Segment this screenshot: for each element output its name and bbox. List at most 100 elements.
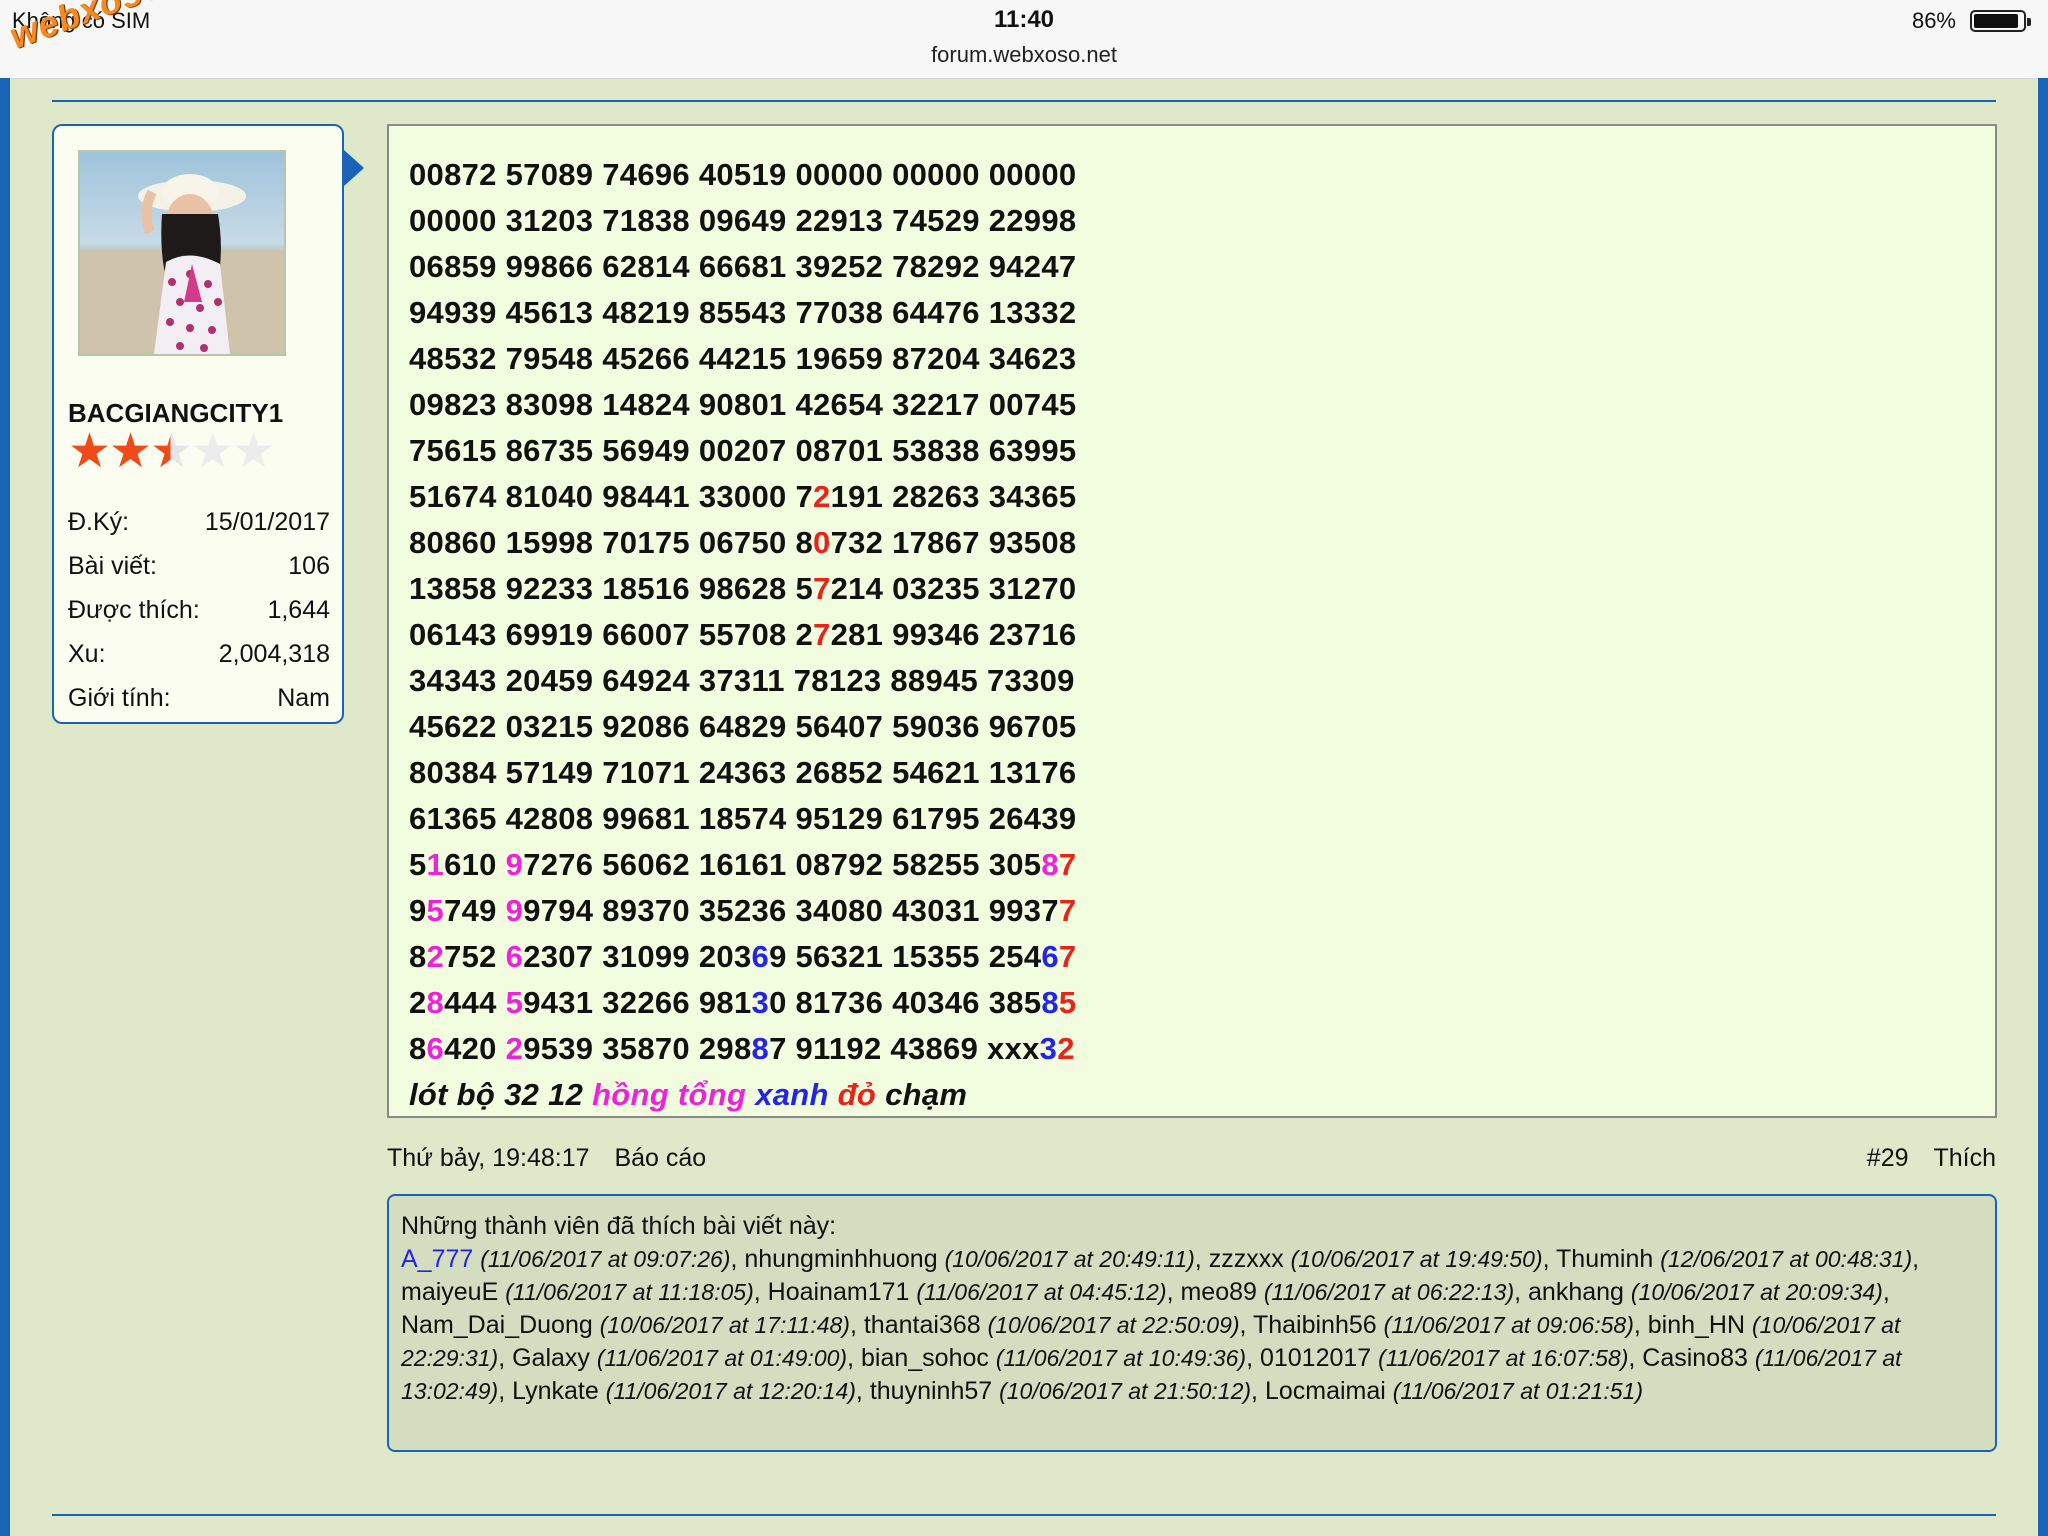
number-segment: 281 99346 23716: [830, 617, 1077, 652]
number-segment: 420: [444, 1031, 506, 1066]
number-segment: đỏ: [837, 1077, 877, 1112]
clock: 11:40: [993, 6, 1055, 33]
divider-bottom: [52, 1514, 1996, 1516]
number-segment: [829, 1077, 838, 1112]
star-full-icon: ★: [68, 425, 111, 478]
number-segment: 6: [1041, 939, 1059, 974]
number-line: 00000 31203 71838 09649 22913 74529 2299…: [409, 198, 1076, 244]
number-segment: 7: [1058, 939, 1077, 974]
number-segment: 610: [444, 847, 506, 882]
liker-name-link[interactable]: Thuminh: [1556, 1245, 1653, 1273]
star-full-icon: ★: [109, 425, 152, 478]
stat-label: Được thích:: [68, 596, 200, 624]
number-line: 06143 69919 66007 55708 27281 99346 2371…: [409, 612, 1076, 658]
liker-name-link[interactable]: Hoainam171: [768, 1278, 910, 1306]
avatar[interactable]: [78, 150, 286, 356]
liker-name-link[interactable]: Thaibinh56: [1253, 1311, 1377, 1339]
divider-top: [52, 100, 1996, 102]
like-timestamp: (11/06/2017 at 04:45:12): [916, 1279, 1167, 1305]
number-line: 80860 15998 70175 06750 80732 17867 9350…: [409, 520, 1076, 566]
page-right-border: [2038, 78, 2048, 1536]
liker-name-link[interactable]: Nam_Dai_Duong: [401, 1311, 593, 1339]
liker-name-link[interactable]: A_777: [401, 1245, 473, 1273]
like-timestamp: (11/06/2017 at 09:06:58): [1383, 1312, 1634, 1338]
number-segment: 00872 57089 74696 40519 00000 00000 0000…: [409, 157, 1077, 192]
number-segment: 5: [409, 847, 427, 882]
number-segment: 75615 86735 56949 00207 08701 53838 6399…: [409, 433, 1077, 468]
number-segment: 2: [1057, 1031, 1075, 1066]
battery-percent: 86%: [1911, 8, 1956, 33]
liker-name-link[interactable]: zzzxxx: [1209, 1245, 1284, 1273]
number-line: 13858 92233 18516 98628 57214 03235 3127…: [409, 566, 1076, 612]
liker-name-link[interactable]: binh_HN: [1648, 1311, 1745, 1339]
number-segment: 8: [409, 1031, 427, 1066]
number-line: 06859 99866 62814 66681 39252 78292 9424…: [409, 244, 1076, 290]
number-segment: 7 91192 43869 xxx: [769, 1031, 1040, 1066]
user-info-card: BACGIANGCITY1 ★★★★★ Đ.Ký: 15/01/2017 Bài…: [52, 124, 344, 724]
number-segment: 7: [813, 571, 831, 606]
liker-name-link[interactable]: Locmaimai: [1265, 1377, 1386, 1405]
number-segment: 94939 45613 48219 85543 77038 64476 1333…: [409, 295, 1077, 330]
liker-name-link[interactable]: Galaxy: [512, 1344, 590, 1372]
like-timestamp: (11/06/2017 at 09:07:26): [480, 1246, 731, 1272]
stat-label: Đ.Ký:: [68, 508, 130, 536]
number-segment: 34343 20459 64924 37311 78123 88945 7330…: [409, 663, 1075, 698]
like-timestamp: (10/06/2017 at 21:50:12): [999, 1378, 1252, 1404]
number-segment: lót bộ 32 12: [409, 1077, 593, 1112]
number-segment: xanh: [755, 1077, 829, 1112]
like-timestamp: (10/06/2017 at 22:50:09): [987, 1312, 1240, 1338]
like-timestamp: (12/06/2017 at 00:48:31): [1660, 1246, 1913, 1272]
like-timestamp: (11/06/2017 at 10:49:36): [995, 1345, 1247, 1371]
number-segment: 80860 15998 70175 06750 8: [409, 525, 814, 560]
battery-icon: [1970, 10, 2031, 32]
number-segment: 5: [505, 985, 524, 1020]
liker-name-link[interactable]: Lynkate: [512, 1377, 599, 1405]
number-segment: 9: [409, 893, 427, 928]
number-segment: 752: [444, 939, 506, 974]
liker-name-link[interactable]: thantai368: [864, 1311, 981, 1339]
number-segment: 3: [1039, 1031, 1058, 1066]
like-timestamp: (11/06/2017 at 16:07:58): [1378, 1345, 1629, 1371]
like-timestamp: (10/06/2017 at 20:09:34): [1630, 1279, 1883, 1305]
number-segment: 9: [505, 847, 524, 882]
number-segment: 2: [505, 1031, 524, 1066]
liker-name-link[interactable]: maiyeuE: [401, 1278, 498, 1306]
number-segment: 51674 81040 98441 33000 7: [409, 479, 814, 514]
liker-name-link[interactable]: nhungminhhuong: [744, 1245, 937, 1273]
user-rating-stars: ★★★★★: [68, 425, 275, 478]
liker-name-link[interactable]: ankhang: [1528, 1278, 1624, 1306]
number-line: 94939 45613 48219 85543 77038 64476 1333…: [409, 290, 1076, 336]
number-line: 48532 79548 45266 44215 19659 87204 3462…: [409, 336, 1076, 382]
number-segment: 7276 56062 16161 08792 58255 305: [523, 847, 1042, 882]
like-timestamp: (11/06/2017 at 01:21:51): [1392, 1378, 1643, 1404]
stat-value: 15/01/2017: [204, 508, 330, 536]
number-segment: 9431 32266 981: [523, 985, 752, 1020]
post-body: 00872 57089 74696 40519 00000 00000 0000…: [387, 124, 1997, 1118]
like-button[interactable]: Thích: [1933, 1144, 1996, 1172]
number-segment: 5: [426, 893, 445, 928]
liker-name-link[interactable]: meo89: [1180, 1278, 1256, 1306]
number-segment: 8: [409, 939, 427, 974]
number-segment: 3: [751, 985, 770, 1020]
stat-label: Giới tính:: [68, 684, 171, 712]
liker-name-link[interactable]: 01012017: [1260, 1344, 1371, 1372]
number-segment: 00000 31203 71838 09649 22913 74529 2299…: [409, 203, 1077, 238]
liker-name-link[interactable]: thuyninh57: [870, 1377, 992, 1405]
number-segment: 732 17867 93508: [830, 525, 1077, 560]
number-segment: 0 81736 40346 385: [769, 985, 1042, 1020]
number-segment: 61365 42808 99681 18574 95129 61795 2643…: [409, 801, 1077, 836]
report-link[interactable]: Báo cáo: [614, 1144, 706, 1172]
liker-name-link[interactable]: Casino83: [1642, 1344, 1748, 1372]
number-segment: 8: [751, 1031, 770, 1066]
post-number-link[interactable]: #29: [1867, 1144, 1909, 1172]
address-bar-url[interactable]: forum.webxoso.net: [0, 42, 2048, 68]
number-segment: 06143 69919 66007 55708 2: [409, 617, 814, 652]
number-segment: 0: [813, 525, 831, 560]
stat-value: Nam: [277, 684, 330, 712]
number-segment: 9539 35870 298: [523, 1031, 752, 1066]
number-segment: hồng tổng: [592, 1077, 747, 1112]
number-segment: 9794 89370 35236 34080 43031 9937: [523, 893, 1059, 928]
likes-list: A_777 (11/06/2017 at 09:07:26), nhungmin…: [401, 1245, 1920, 1405]
liker-name-link[interactable]: bian_sohoc: [861, 1344, 989, 1372]
number-line: 80384 57149 71071 24363 26852 54621 1317…: [409, 750, 1076, 796]
